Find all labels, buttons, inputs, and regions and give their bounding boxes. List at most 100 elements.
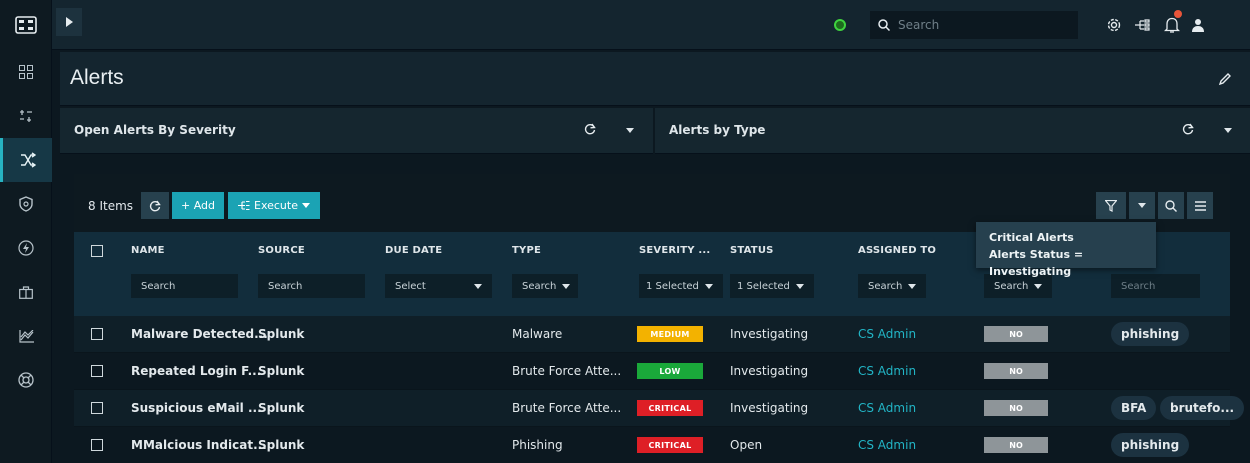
edit-page-button[interactable] <box>1218 72 1232 89</box>
grid-menu-button[interactable] <box>1187 192 1213 219</box>
cell-name[interactable]: Repeated Login F... <box>131 364 261 378</box>
filter-label: Search <box>522 280 557 292</box>
filter-tooltip: Critical Alerts Alerts Status = Investig… <box>976 222 1156 278</box>
alerts-grid: 8 Items + Add Execute NAME SOURCE DUE DA… <box>74 174 1245 463</box>
cell-assigned-to[interactable]: CS Admin <box>858 327 916 341</box>
workflow-button[interactable] <box>1132 15 1152 35</box>
filter-label: Search <box>1121 280 1156 292</box>
settings-button[interactable] <box>1104 15 1124 35</box>
filter-menu-button[interactable] <box>1129 192 1155 219</box>
filter-due-date[interactable]: Select <box>385 274 492 298</box>
workflow-icon <box>238 201 250 210</box>
chevron-down-icon <box>302 203 310 208</box>
cell-status: Investigating <box>730 364 809 378</box>
cell-type: Brute Force Atte... <box>512 401 622 415</box>
column-header-source[interactable]: SOURCE <box>258 245 305 256</box>
add-button[interactable]: + Add <box>172 192 224 219</box>
column-header-name[interactable]: NAME <box>131 245 165 256</box>
nav-alerts[interactable] <box>0 138 52 182</box>
items-count: 8 Items <box>88 199 134 213</box>
row-checkbox[interactable] <box>91 365 103 377</box>
grid-refresh-button[interactable] <box>141 192 169 219</box>
cell-assigned-to[interactable]: CS Admin <box>858 364 916 378</box>
row-checkbox[interactable] <box>91 439 103 451</box>
filter-label: Select <box>395 280 426 292</box>
select-all-checkbox[interactable] <box>91 245 103 257</box>
play-icon <box>66 17 73 27</box>
filter-status[interactable]: 1 Selected <box>730 274 814 298</box>
widget-severity: Open Alerts By Severity <box>60 108 653 154</box>
severity-badge: CRITICAL <box>637 400 703 416</box>
shuffle-icon <box>20 152 36 168</box>
chevron-down-icon <box>795 283 804 289</box>
tag-chip[interactable]: phishing <box>1111 322 1190 346</box>
filter-severity[interactable]: 1 Selected <box>639 274 723 298</box>
widget-refresh-button[interactable] <box>584 123 596 138</box>
tag-chip[interactable]: phishing <box>1111 433 1190 457</box>
widget-menu-caret[interactable] <box>626 128 634 133</box>
chevron-down-icon <box>1034 283 1043 289</box>
tag-chip[interactable]: BFA <box>1111 396 1157 420</box>
column-header-severity[interactable]: SEVERITY ... <box>639 245 710 256</box>
global-search[interactable] <box>870 11 1078 39</box>
table-row[interactable]: Suspicious eMail ... Splunk Brute Force … <box>74 390 1245 427</box>
filter-source[interactable]: Search <box>258 274 365 298</box>
widget-refresh-button[interactable] <box>1182 123 1194 138</box>
row-checkbox[interactable] <box>91 402 103 414</box>
tooltip-line: Critical Alerts <box>989 231 1074 244</box>
filter-assigned-to[interactable]: Search <box>858 274 926 298</box>
execute-button[interactable]: Execute <box>228 192 320 219</box>
bell-icon <box>1164 17 1180 33</box>
column-header-assigned-to[interactable]: ASSIGNED TO <box>858 245 936 256</box>
cell-name[interactable]: MMalcious Indicat... <box>131 438 267 452</box>
chevron-down-icon <box>704 283 713 289</box>
chevron-down-icon <box>1138 203 1146 208</box>
nav-resources[interactable] <box>0 270 52 314</box>
nav-dashboard[interactable] <box>0 50 52 94</box>
workflow-icon <box>1135 19 1150 31</box>
column-header-type[interactable]: TYPE <box>512 245 541 256</box>
sidebar-toggle-button[interactable] <box>56 8 82 36</box>
filter-label: Search <box>994 280 1029 292</box>
table-row[interactable]: Malware Detected... Splunk Malware MEDIU… <box>74 316 1230 353</box>
dashboard-icon <box>19 65 33 79</box>
lifebuoy-icon <box>18 372 34 388</box>
nav-incidents[interactable] <box>0 182 52 226</box>
row-checkbox[interactable] <box>91 328 103 340</box>
cell-assigned-to[interactable]: CS Admin <box>858 401 916 415</box>
nav-help[interactable] <box>0 358 52 402</box>
nav-reports[interactable] <box>0 314 52 358</box>
notifications-button[interactable] <box>1162 10 1182 35</box>
filter-button[interactable] <box>1096 192 1126 219</box>
flag-pill: NO <box>984 363 1048 379</box>
grid-search-button[interactable] <box>1158 192 1184 219</box>
cell-status: Open <box>730 438 763 452</box>
widget-menu-caret[interactable] <box>1224 128 1232 133</box>
nav-automation[interactable] <box>0 226 52 270</box>
tag-chip[interactable]: brutefo... <box>1160 396 1245 420</box>
column-header-status[interactable]: STATUS <box>730 245 774 256</box>
filter-icon <box>1105 199 1117 212</box>
table-row[interactable]: MMalcious Indicat... Splunk Phishing CRI… <box>74 427 1230 463</box>
widget-title: Open Alerts By Severity <box>74 123 236 137</box>
severity-badge: MEDIUM <box>637 326 703 342</box>
pencil-icon <box>1218 73 1231 86</box>
bolt-icon <box>18 240 34 256</box>
app-logo[interactable] <box>0 0 52 50</box>
cell-name[interactable]: Suspicious eMail ... <box>131 401 262 415</box>
filter-type[interactable]: Search <box>512 274 578 298</box>
user-menu-button[interactable] <box>1188 15 1208 35</box>
cell-name[interactable]: Malware Detected... <box>131 327 268 341</box>
chart-icon <box>18 329 34 343</box>
cell-assigned-to[interactable]: CS Admin <box>858 438 916 452</box>
nav-queue[interactable] <box>0 94 52 138</box>
refresh-icon <box>584 123 596 135</box>
global-search-input[interactable] <box>898 18 1058 32</box>
tooltip-line: Alerts Status = Investigating <box>989 248 1084 278</box>
shield-icon <box>19 196 33 212</box>
chevron-down-icon <box>908 283 917 289</box>
column-header-due-date[interactable]: DUE DATE <box>385 245 442 256</box>
table-row[interactable]: Repeated Login F... Splunk Brute Force A… <box>74 353 1230 390</box>
page-title: Alerts <box>70 66 124 89</box>
filter-name[interactable]: Search <box>131 274 238 298</box>
